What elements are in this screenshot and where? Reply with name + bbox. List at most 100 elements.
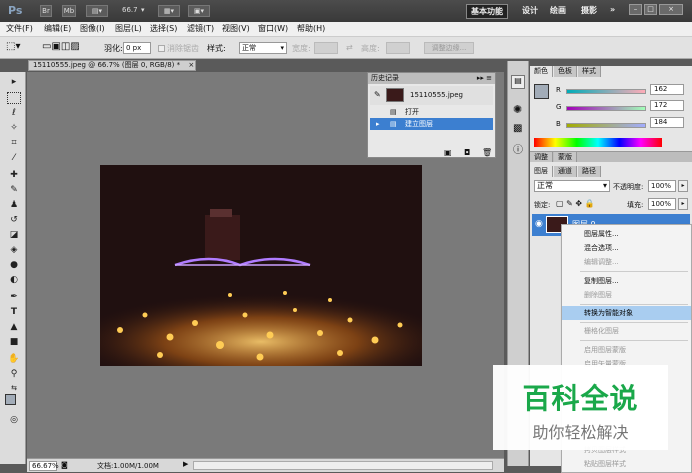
marquee-tool-icon[interactable] [7, 92, 21, 104]
red-value[interactable]: 162 [650, 84, 684, 95]
paint-bucket-tool-icon[interactable]: ◈ [7, 244, 21, 256]
workspace-painting[interactable]: 绘画 [546, 4, 570, 17]
navigator-panel-icon[interactable]: ✺ [513, 103, 522, 116]
workspace-photography[interactable]: 摄影 [577, 4, 601, 17]
history-header[interactable]: 历史记录 ▸▸ ≡ [368, 73, 495, 84]
brush-tool-icon[interactable]: ✎ [7, 184, 21, 196]
clone-stamp-tool-icon[interactable]: ♟ [7, 199, 21, 211]
menu-item-blending-options[interactable]: 混合选项... [562, 241, 691, 255]
quick-select-tool-icon[interactable]: ✧ [7, 122, 21, 134]
tab-styles[interactable]: 样式 [578, 66, 601, 77]
lock-icons[interactable]: ▢ ✎ ✥ 🔒 [556, 199, 595, 208]
menu-item-convert-to-smart-object[interactable]: 转换为智能对象 [562, 306, 691, 320]
shape-tool-icon[interactable]: ■ [7, 336, 21, 348]
bridge-button[interactable]: Br [40, 5, 52, 17]
workspace-essentials[interactable]: 基本功能 [466, 4, 508, 19]
type-tool-icon[interactable]: T [7, 306, 21, 318]
menu-item-edit-adjustment[interactable]: 编辑调整... [562, 255, 691, 269]
eyedropper-tool-icon[interactable]: ⁄ [7, 152, 21, 164]
dodge-tool-icon[interactable]: ◐ [7, 274, 21, 286]
selection-mode-icons[interactable]: ▭▣◫▨ [42, 41, 80, 52]
menu-item-duplicate-layer[interactable]: 复制图层... [562, 274, 691, 288]
opacity-arrow-icon[interactable]: ▸ [678, 180, 688, 192]
move-tool-icon[interactable]: ▸ [7, 76, 21, 88]
width-input[interactable] [314, 42, 338, 54]
new-document-from-state-icon[interactable]: ▣ [444, 148, 452, 157]
menu-window[interactable]: 窗口(W) [258, 23, 288, 34]
style-select[interactable]: 正常 ▾ [239, 42, 287, 54]
tab-swatches[interactable]: 色板 [554, 66, 577, 77]
pen-tool-icon[interactable]: ✒ [7, 291, 21, 303]
menu-select[interactable]: 选择(S) [150, 23, 177, 34]
info-panel-icon[interactable]: ⓘ [513, 141, 523, 156]
history-brush-tool-icon[interactable]: ↺ [7, 214, 21, 226]
arrange-documents-button[interactable]: ▦▾ [158, 5, 180, 17]
create-snapshot-icon[interactable]: ◘ [464, 148, 470, 157]
eraser-tool-icon[interactable]: ◪ [7, 229, 21, 241]
menu-item-paste-layer-style[interactable]: 粘贴图层样式 [562, 457, 691, 471]
blue-slider[interactable] [566, 123, 646, 128]
more-workspaces-icon[interactable]: » [606, 4, 619, 15]
history-brush-source-icon[interactable]: ✎ [374, 90, 381, 99]
zoom-tool-icon[interactable]: ⚲ [7, 368, 21, 380]
menu-edit[interactable]: 编辑(E) [44, 23, 71, 34]
red-slider[interactable] [566, 89, 646, 94]
maximize-button[interactable]: □ [644, 4, 657, 15]
swap-icon[interactable]: ⇄ [346, 43, 353, 52]
history-item-new-layer[interactable]: ▸ ▤ 建立图层 [370, 118, 493, 130]
history-panel-icon[interactable]: ▤ [511, 75, 525, 89]
menu-image[interactable]: 图像(I) [80, 23, 105, 34]
zoom-input[interactable]: 66.67% [29, 461, 59, 471]
swap-colors-icon[interactable]: ⇆ [7, 382, 21, 394]
quick-mask-icon[interactable]: ◎ [7, 414, 21, 426]
tab-layers[interactable]: 图层 [530, 166, 553, 177]
blur-tool-icon[interactable]: ● [7, 259, 21, 271]
tab-paths[interactable]: 路径 [578, 166, 601, 177]
document-tab[interactable]: 15110555.jpeg @ 66.7% (图层 0, RGB/8) * × [28, 60, 196, 71]
tab-masks[interactable]: 蒙版 [554, 152, 577, 162]
foreground-swatch[interactable] [534, 84, 549, 99]
screen-mode-button[interactable]: ▣▾ [188, 5, 210, 17]
tab-adjustments[interactable]: 调整 [530, 152, 553, 162]
blue-value[interactable]: 184 [650, 117, 684, 128]
color-ramp[interactable] [534, 138, 662, 147]
menu-item-enable-layer-mask[interactable]: 启用图层蒙版 [562, 343, 691, 357]
zoom-dropdown-icon[interactable]: ▾ [141, 6, 145, 14]
foreground-color-swatch[interactable] [5, 394, 16, 405]
blend-mode-select[interactable]: 正常 ▾ [534, 180, 610, 192]
status-menu-arrow-icon[interactable]: ▶ [183, 460, 188, 468]
lasso-tool-icon[interactable]: ℓ [7, 107, 21, 119]
menu-file[interactable]: 文件(F) [6, 23, 33, 34]
history-item-open[interactable]: ▤ 打开 [370, 106, 493, 118]
green-value[interactable]: 172 [650, 100, 684, 111]
horizontal-scrollbar[interactable] [193, 461, 493, 470]
zoom-level[interactable]: 66.7 [122, 6, 138, 14]
close-window-button[interactable]: × [659, 4, 683, 15]
hand-tool-icon[interactable]: ✋ [7, 353, 21, 365]
marquee-preset-icon[interactable]: ⬚▾ [6, 41, 20, 52]
height-input[interactable] [386, 42, 410, 54]
tab-channels[interactable]: 通道 [554, 166, 577, 177]
menu-item-layer-properties[interactable]: 图层属性... [562, 227, 691, 241]
green-slider[interactable] [566, 106, 646, 111]
refine-edge-button[interactable]: 调整边缘... [424, 42, 474, 54]
healing-brush-tool-icon[interactable]: ✚ [7, 169, 21, 181]
menu-help[interactable]: 帮助(H) [297, 23, 325, 34]
path-select-tool-icon[interactable]: ▲ [7, 321, 21, 333]
menu-view[interactable]: 视图(V) [222, 23, 250, 34]
visibility-eye-icon[interactable]: ◉ [535, 219, 543, 229]
menu-item-delete-layer[interactable]: 删除图层 [562, 288, 691, 302]
menu-item-rasterize-layer[interactable]: 栅格化图层 [562, 324, 691, 338]
menu-filter[interactable]: 滤镜(T) [187, 23, 214, 34]
fill-input[interactable]: 100% [648, 198, 676, 210]
close-document-icon[interactable]: × [188, 61, 194, 69]
opacity-input[interactable]: 100% [648, 180, 676, 192]
histogram-panel-icon[interactable]: ▩ [513, 123, 522, 134]
menu-layer[interactable]: 图层(L) [115, 23, 142, 34]
minimize-button[interactable]: – [629, 4, 642, 15]
fill-arrow-icon[interactable]: ▸ [678, 198, 688, 210]
mini-bridge-button[interactable]: Mb [62, 5, 76, 17]
feather-input[interactable]: 0 px [123, 42, 151, 54]
workspace-design[interactable]: 设计 [518, 4, 542, 17]
delete-state-icon[interactable]: 🗑 [482, 148, 492, 157]
